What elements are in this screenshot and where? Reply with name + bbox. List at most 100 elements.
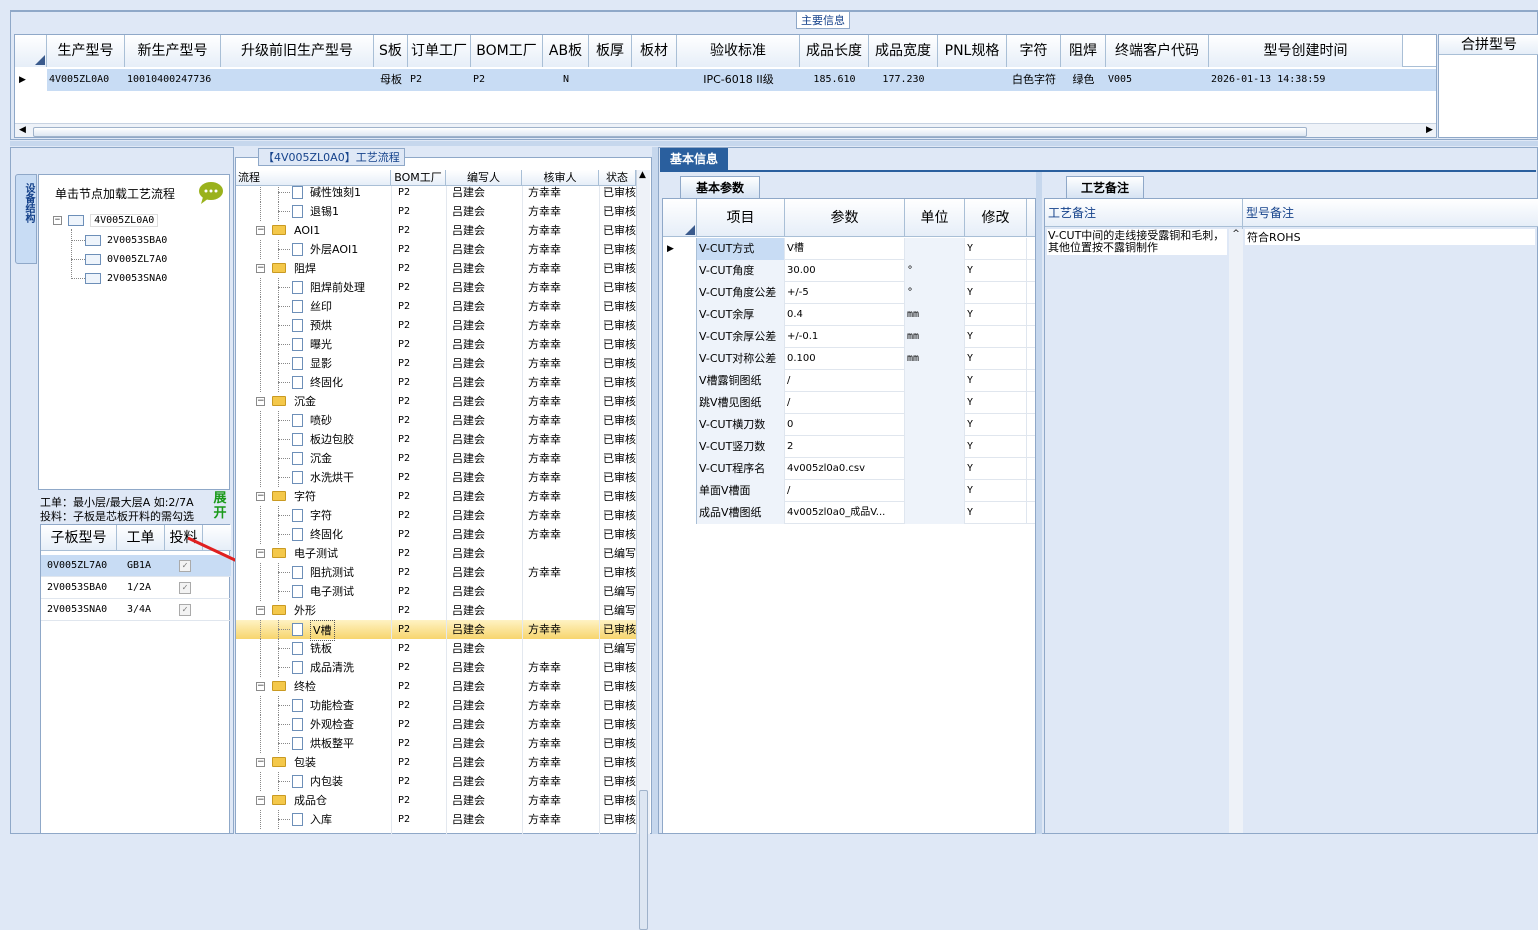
flow-step-row[interactable]: 曝光 P2 吕建会 方幸幸 已审核 — [236, 335, 636, 354]
collapse-icon[interactable]: − — [256, 758, 265, 767]
param-row[interactable]: ▶ V-CUT方式 V槽 Y — [663, 238, 1035, 260]
flow-step-row[interactable]: V槽 P2 吕建会 方幸幸 已审核 — [236, 620, 636, 641]
tree-root[interactable]: − 4V005ZL0A0 — [53, 213, 159, 229]
collapse-icon[interactable]: − — [256, 492, 265, 501]
param-modify[interactable]: Y — [965, 480, 1027, 502]
flow-step-row[interactable]: 喷砂 P2 吕建会 方幸幸 已审核 — [236, 411, 636, 430]
flow-step-row[interactable]: 外层AOI1 P2 吕建会 方幸幸 已审核 — [236, 240, 636, 259]
param-value[interactable]: V槽 — [785, 238, 905, 260]
flow-step-row[interactable]: 字符 P2 吕建会 方幸幸 已审核 — [236, 506, 636, 525]
param-value[interactable]: +/-5 — [785, 282, 905, 304]
vertical-splitter-right[interactable] — [1036, 172, 1042, 834]
main-col-header[interactable]: 生产型号 — [47, 35, 125, 67]
param-modify[interactable]: Y — [965, 436, 1027, 458]
flow-group-row[interactable]: − 字符 P2 吕建会 方幸幸 已审核 — [236, 487, 636, 506]
main-col-header[interactable]: BOM工厂 — [471, 35, 543, 67]
main-col-header[interactable]: 型号创建时间 — [1209, 35, 1403, 67]
tab-basic-params[interactable]: 基本参数 — [680, 176, 760, 198]
param-modify[interactable]: Y — [965, 304, 1027, 326]
flow-col-header[interactable]: BOM工厂 — [391, 170, 446, 186]
param-value[interactable]: 4v005zl0a0_成品V... — [785, 502, 905, 524]
main-col-header[interactable]: S板 — [374, 35, 408, 67]
flow-step-row[interactable]: 入库 P2 吕建会 方幸幸 已审核 — [236, 810, 636, 829]
main-col-header[interactable]: 订单工厂 — [408, 35, 471, 67]
expand-button[interactable]: 展开 — [211, 491, 229, 523]
process-remark-text[interactable]: V-CUT中间的走线接受露铜和毛刺，其他位置按不露铜制作 — [1047, 229, 1227, 255]
param-col-header[interactable]: 修改 — [965, 199, 1027, 237]
flow-step-row[interactable]: 电子测试 P2 吕建会 已编写 — [236, 582, 636, 601]
param-col-header[interactable]: 项目 — [697, 199, 785, 237]
flow-group-row[interactable]: − 包装 P2 吕建会 方幸幸 已审核 — [236, 753, 636, 772]
collapse-icon[interactable]: − — [256, 682, 265, 691]
flow-step-row[interactable]: 烘板整平 P2 吕建会 方幸幸 已审核 — [236, 734, 636, 753]
flow-col-header[interactable]: 状态 — [599, 170, 636, 186]
flow-step-row[interactable]: 阻焊前处理 P2 吕建会 方幸幸 已审核 — [236, 278, 636, 297]
flow-step-row[interactable]: 阻抗测试 P2 吕建会 方幸幸 已审核 — [236, 563, 636, 582]
flow-group-row[interactable]: − 终检 P2 吕建会 方幸幸 已审核 — [236, 677, 636, 696]
param-modify[interactable]: Y — [965, 502, 1027, 524]
flow-group-row[interactable]: − 阻焊 P2 吕建会 方幸幸 已审核 — [236, 259, 636, 278]
scroll-right-icon[interactable]: ▶ — [1426, 125, 1433, 135]
param-value[interactable]: 0.4 — [785, 304, 905, 326]
flow-step-row[interactable]: 板边包胶 P2 吕建会 方幸幸 已审核 — [236, 430, 636, 449]
collapse-icon[interactable]: − — [256, 226, 265, 235]
flow-scrollbar[interactable]: ▲ — [636, 170, 650, 930]
sub-board-row[interactable]: 2V0053SNA0 3/4A ✓ — [41, 599, 231, 621]
collapse-icon[interactable]: − — [256, 264, 265, 273]
flow-step-row[interactable]: 丝印 P2 吕建会 方幸幸 已审核 — [236, 297, 636, 316]
flow-col-header[interactable]: 核审人 — [522, 170, 599, 186]
param-modify[interactable]: Y — [965, 326, 1027, 348]
collapse-icon[interactable]: − — [256, 796, 265, 805]
flow-step-row[interactable]: 水洗烘干 P2 吕建会 方幸幸 已审核 — [236, 468, 636, 487]
main-col-header[interactable]: PNL规格 — [938, 35, 1007, 67]
tree-child-node[interactable]: 0V005ZL7A0 — [71, 252, 167, 268]
main-col-header[interactable]: 验收标准 — [677, 35, 800, 67]
main-col-header[interactable]: 字符 — [1007, 35, 1061, 67]
param-modify[interactable]: Y — [965, 392, 1027, 414]
param-value[interactable]: +/-0.1 — [785, 326, 905, 348]
param-row[interactable]: V槽露铜图纸 / Y — [663, 370, 1035, 392]
param-col-header[interactable]: 单位 — [905, 199, 965, 237]
flow-step-row[interactable]: 功能检查 P2 吕建会 方幸幸 已审核 — [236, 696, 636, 715]
flow-step-row[interactable]: 终固化 P2 吕建会 方幸幸 已审核 — [236, 525, 636, 544]
flow-step-row[interactable]: 预烘 P2 吕建会 方幸幸 已审核 — [236, 316, 636, 335]
flow-group-row[interactable]: − 外形 P2 吕建会 已编写 — [236, 601, 636, 620]
param-row[interactable]: 单面V槽面 / Y — [663, 480, 1035, 502]
remark-scrollbar[interactable]: ^ — [1229, 229, 1243, 833]
main-info-row[interactable]: ▶ 4V005ZL0A0 10010400247736 母板 P2 P2 N IPC-601… — [15, 69, 1436, 91]
param-modify[interactable]: Y — [965, 348, 1027, 370]
flow-group-row[interactable]: − AOI1 P2 吕建会 方幸幸 已审核 — [236, 221, 636, 240]
param-modify[interactable]: Y — [965, 414, 1027, 436]
param-row[interactable]: V-CUT余厚 0.4 mm Y — [663, 304, 1035, 326]
collapse-icon[interactable]: − — [53, 215, 62, 225]
flow-group-row[interactable]: − 电子测试 P2 吕建会 已编写 — [236, 544, 636, 563]
flow-step-row[interactable]: 终固化 P2 吕建会 方幸幸 已审核 — [236, 373, 636, 392]
flow-group-row[interactable]: − 沉金 P2 吕建会 方幸幸 已审核 — [236, 392, 636, 411]
flow-group-row[interactable]: − 成品仓 P2 吕建会 方幸幸 已审核 — [236, 791, 636, 810]
horizontal-splitter[interactable] — [10, 141, 1538, 146]
param-modify[interactable]: Y — [965, 458, 1027, 480]
flow-step-row[interactable]: 内包装 P2 吕建会 方幸幸 已审核 — [236, 772, 636, 791]
tree-child-node[interactable]: 2V0053SNA0 — [71, 271, 167, 287]
param-modify[interactable]: Y — [965, 238, 1027, 260]
collapse-icon[interactable]: − — [256, 397, 265, 406]
param-row[interactable]: V-CUT横刀数 0 Y — [663, 414, 1035, 436]
sub-col-header[interactable]: 子板型号 — [41, 525, 117, 551]
param-col-header[interactable]: 参数 — [785, 199, 905, 237]
param-value[interactable]: 0 — [785, 414, 905, 436]
collapse-icon[interactable]: − — [256, 549, 265, 558]
main-col-header[interactable]: 新生产型号 — [125, 35, 221, 67]
flow-step-row[interactable]: 成品清洗 P2 吕建会 方幸幸 已审核 — [236, 658, 636, 677]
main-col-header[interactable]: 板厚 — [589, 35, 632, 67]
param-row[interactable]: V-CUT余厚公差 +/-0.1 mm Y — [663, 326, 1035, 348]
main-col-header[interactable]: 终端客户代码 — [1106, 35, 1209, 67]
param-value[interactable]: / — [785, 392, 905, 414]
model-remark-text[interactable]: 符合ROHS — [1245, 229, 1535, 245]
param-value[interactable]: 0.100 — [785, 348, 905, 370]
param-row[interactable]: V-CUT角度 30.00 ° Y — [663, 260, 1035, 282]
flow-step-row[interactable]: 显影 P2 吕建会 方幸幸 已审核 — [236, 354, 636, 373]
param-row[interactable]: V-CUT竖刀数 2 Y — [663, 436, 1035, 458]
horizontal-scrollbar[interactable]: ◀ ▶ — [15, 123, 1436, 137]
sub-col-header[interactable]: 工单 — [117, 525, 165, 551]
flow-step-row[interactable]: 外观检查 P2 吕建会 方幸幸 已审核 — [236, 715, 636, 734]
